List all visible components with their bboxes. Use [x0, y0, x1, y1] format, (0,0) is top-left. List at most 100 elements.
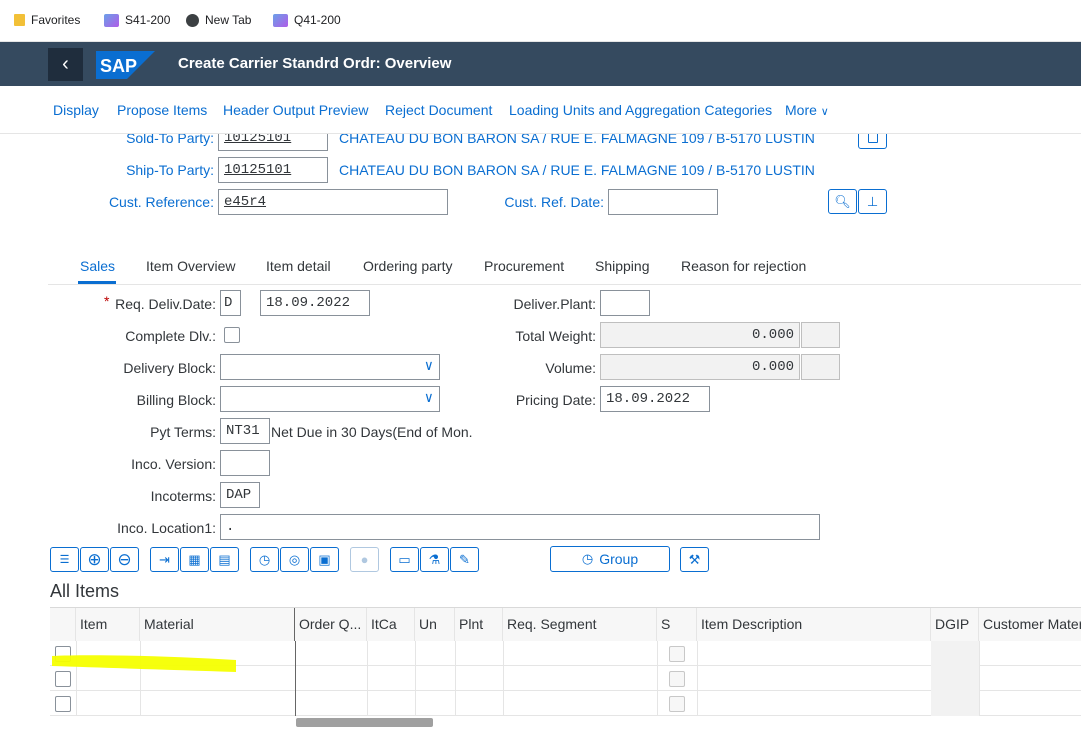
incoterms-input[interactable]: DAP: [220, 482, 260, 508]
group-label: Group: [599, 551, 639, 567]
req-deliv-date-input[interactable]: 18.09.2022: [260, 290, 370, 316]
loading-units-button[interactable]: Loading Units and Aggregation Categories: [509, 102, 772, 118]
favorites-link[interactable]: Favorites: [14, 13, 80, 27]
bookmark-s41[interactable]: S41-200: [104, 13, 170, 27]
billing-block-select[interactable]: ∨: [220, 386, 440, 412]
back-button[interactable]: ‹: [48, 48, 83, 81]
expand-button[interactable]: ⇥: [150, 547, 179, 572]
sold-to-detail-button[interactable]: [858, 134, 887, 149]
horizontal-scrollbar[interactable]: [295, 716, 1081, 728]
complete-dlv-checkbox[interactable]: [224, 327, 240, 343]
bookmark-q41[interactable]: Q41-200: [273, 13, 341, 27]
sap-page-icon: [104, 13, 119, 27]
grid-icon: ▦: [188, 551, 201, 567]
document-icon: [867, 134, 878, 143]
column-header-order-qty[interactable]: Order Q...: [295, 608, 367, 641]
item-detail-button[interactable]: ☰: [50, 547, 79, 572]
column-header-item[interactable]: Item: [76, 608, 140, 641]
table-row[interactable]: [50, 691, 1081, 716]
cust-ref-date-label: Cust. Ref. Date:: [504, 194, 604, 210]
select-all-button[interactable]: ▦: [180, 547, 209, 572]
bookmark-new-tab[interactable]: New Tab: [186, 13, 251, 27]
reject-document-button[interactable]: Reject Document: [385, 102, 492, 118]
notes-button[interactable]: ✎: [450, 547, 479, 572]
total-weight-unit: [801, 322, 840, 348]
s-column-checkbox: [669, 671, 685, 687]
favorites-label: Favorites: [31, 13, 81, 27]
column-header-material[interactable]: Material: [140, 608, 295, 641]
sold-to-label: Sold-To Party:: [126, 134, 214, 146]
pricing-button[interactable]: ▣: [310, 547, 339, 572]
delivery-block-label: Delivery Block:: [123, 360, 216, 376]
pricing-date-input[interactable]: 18.09.2022: [600, 386, 710, 412]
bookmark-label: S41-200: [125, 13, 171, 27]
sold-to-input[interactable]: 10125101: [218, 134, 328, 151]
inco-version-label: Inco. Version:: [131, 456, 216, 472]
stamp-icon: ⊥: [866, 193, 879, 209]
schedule-button[interactable]: ◷: [250, 547, 279, 572]
pyt-terms-input[interactable]: NT31: [220, 418, 270, 444]
ship-to-description: CHATEAU DU BON BARON SA / RUE E. FALMAGN…: [339, 162, 815, 178]
column-header-plnt[interactable]: Plnt: [455, 608, 503, 641]
bookmark-label: Q41-200: [294, 13, 341, 27]
coins-icon: ●: [360, 552, 369, 567]
chevron-down-icon: ∨: [424, 359, 433, 375]
delivery-block-select[interactable]: ∨: [220, 354, 440, 380]
tab-ordering-party[interactable]: Ordering party: [363, 258, 452, 274]
ship-to-input[interactable]: 10125101: [218, 157, 328, 183]
column-header-itca[interactable]: ItCa: [367, 608, 415, 641]
tab-shipping[interactable]: Shipping: [595, 258, 650, 274]
minus-circle-icon: ⊖: [117, 549, 132, 569]
scrollbar-thumb[interactable]: [296, 718, 433, 727]
incoterms-label: Incoterms:: [150, 488, 216, 504]
tab-item-detail[interactable]: Item detail: [266, 258, 331, 274]
calendar-clock-icon: ◷: [581, 551, 594, 566]
pyt-terms-label: Pyt Terms:: [150, 424, 216, 440]
app-title: Create Carrier Standrd Ordr: Overview: [178, 55, 452, 72]
cust-reference-input[interactable]: e45r4: [218, 189, 448, 215]
column-header-item-description[interactable]: Item Description: [697, 608, 931, 641]
deliver-plant-input[interactable]: [600, 290, 650, 316]
chevron-left-icon: ‹: [62, 53, 69, 75]
delete-row-button[interactable]: ⊖: [110, 547, 139, 572]
tab-procurement[interactable]: Procurement: [484, 258, 564, 274]
configuration-button[interactable]: ⚗︎: [420, 547, 449, 572]
coins-button[interactable]: ●: [350, 547, 379, 572]
group-button[interactable]: ◷ Group: [550, 546, 670, 572]
column-header-un[interactable]: Un: [415, 608, 455, 641]
column-header-req-segment[interactable]: Req. Segment: [503, 608, 657, 641]
row-select-checkbox[interactable]: [55, 696, 71, 712]
insert-row-button[interactable]: ⊕: [80, 547, 109, 572]
sold-to-description: CHATEAU DU BON BARON SA / RUE E. FALMAGN…: [339, 134, 815, 146]
stamp-button[interactable]: ⊥: [858, 189, 887, 214]
deselect-all-button[interactable]: ▤: [210, 547, 239, 572]
ship-to-label: Ship-To Party:: [126, 162, 214, 178]
sap-logo-text: SAP: [100, 56, 137, 76]
inco-location-label: Inco. Location1:: [117, 520, 216, 536]
column-header-s[interactable]: S: [657, 608, 697, 641]
propose-items-button[interactable]: Propose Items: [117, 102, 207, 118]
req-deliv-date-type-input[interactable]: D: [220, 290, 241, 316]
tab-reason-for-rejection[interactable]: Reason for rejection: [681, 258, 806, 274]
select-column-header[interactable]: [50, 608, 76, 641]
indent-icon: ⇥: [159, 551, 170, 567]
column-header-dgip[interactable]: DGIP: [931, 608, 979, 641]
wrench-icon: ⚒︎: [688, 551, 701, 567]
shell-bar: ‹ SAP Create Carrier Standrd Ordr: Overv…: [0, 42, 1081, 86]
total-weight-label: Total Weight:: [515, 328, 596, 344]
conditions-button[interactable]: ◎: [280, 547, 309, 572]
tab-sales[interactable]: Sales: [80, 258, 115, 274]
cust-ref-date-input[interactable]: [608, 189, 718, 215]
inco-location-input[interactable]: .: [220, 514, 820, 540]
column-header-customer-material[interactable]: Customer Mater: [979, 608, 1081, 641]
settings-button[interactable]: ⚒︎: [680, 547, 709, 572]
display-button[interactable]: Display: [53, 102, 99, 118]
tab-item-overview[interactable]: Item Overview: [146, 258, 235, 274]
document-search-icon: ☰: [59, 554, 70, 566]
display-doc-button[interactable]: 🔍︎: [828, 189, 857, 214]
calculator-icon: ▣: [318, 551, 331, 567]
header-output-preview-button[interactable]: Header Output Preview: [223, 102, 369, 118]
more-button[interactable]: More ∨: [785, 102, 829, 118]
display-item-button[interactable]: ▭: [390, 547, 419, 572]
inco-version-input[interactable]: [220, 450, 270, 476]
